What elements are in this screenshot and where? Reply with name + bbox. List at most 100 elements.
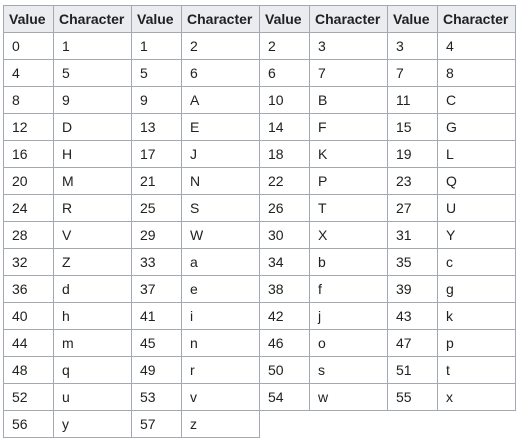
value-cell: 24 bbox=[3, 194, 54, 222]
value-cell: 4 bbox=[3, 59, 54, 87]
value-cell: 55 bbox=[387, 383, 438, 411]
value-cell: 9 bbox=[131, 86, 182, 114]
empty-cell bbox=[387, 410, 438, 438]
value-cell: 34 bbox=[259, 248, 310, 276]
character-cell: K bbox=[309, 140, 388, 168]
value-cell: 46 bbox=[259, 329, 310, 357]
empty-cell bbox=[259, 410, 310, 438]
character-cell: N bbox=[181, 167, 260, 195]
value-cell: 18 bbox=[259, 140, 310, 168]
character-cell: G bbox=[437, 113, 516, 141]
character-cell: v bbox=[181, 383, 260, 411]
value-cell: 42 bbox=[259, 302, 310, 330]
character-cell: X bbox=[309, 221, 388, 249]
value-cell: 3 bbox=[387, 32, 438, 60]
character-cell: 3 bbox=[309, 32, 388, 60]
character-cell: M bbox=[53, 167, 132, 195]
value-cell: 49 bbox=[131, 356, 182, 384]
value-cell: 47 bbox=[387, 329, 438, 357]
table-row: 28 V 29 W 30 X 31 Y bbox=[3, 221, 516, 249]
character-cell: 2 bbox=[181, 32, 260, 60]
value-cell: 17 bbox=[131, 140, 182, 168]
value-cell: 16 bbox=[3, 140, 54, 168]
value-cell: 57 bbox=[131, 410, 182, 438]
character-cell: s bbox=[309, 356, 388, 384]
value-cell: 28 bbox=[3, 221, 54, 249]
value-cell: 8 bbox=[3, 86, 54, 114]
value-cell: 1 bbox=[131, 32, 182, 60]
character-cell: Z bbox=[53, 248, 132, 276]
character-cell: C bbox=[437, 86, 516, 114]
value-cell: 12 bbox=[3, 113, 54, 141]
character-cell: a bbox=[181, 248, 260, 276]
value-cell: 54 bbox=[259, 383, 310, 411]
character-cell: h bbox=[53, 302, 132, 330]
character-cell: D bbox=[53, 113, 132, 141]
value-cell: 26 bbox=[259, 194, 310, 222]
value-cell: 38 bbox=[259, 275, 310, 303]
table-row: 40 h 41 i 42 j 43 k bbox=[3, 302, 516, 330]
character-cell: V bbox=[53, 221, 132, 249]
table-row: 44 m 45 n 46 o 47 p bbox=[3, 329, 516, 357]
table-row: 20 M 21 N 22 P 23 Q bbox=[3, 167, 516, 195]
value-cell: 33 bbox=[131, 248, 182, 276]
value-cell: 0 bbox=[3, 32, 54, 60]
value-cell: 39 bbox=[387, 275, 438, 303]
character-cell: 4 bbox=[437, 32, 516, 60]
character-cell: T bbox=[309, 194, 388, 222]
value-cell: 31 bbox=[387, 221, 438, 249]
character-cell: Q bbox=[437, 167, 516, 195]
table-row: 45566778 bbox=[3, 59, 516, 87]
value-cell: 22 bbox=[259, 167, 310, 195]
table-header: Value Character Value Character Value Ch… bbox=[3, 5, 516, 33]
character-cell: x bbox=[437, 383, 516, 411]
value-cell: 19 bbox=[387, 140, 438, 168]
value-cell: 48 bbox=[3, 356, 54, 384]
character-cell: c bbox=[437, 248, 516, 276]
value-cell: 41 bbox=[131, 302, 182, 330]
character-cell: S bbox=[181, 194, 260, 222]
value-cell: 37 bbox=[131, 275, 182, 303]
character-cell: B bbox=[309, 86, 388, 114]
character-cell: H bbox=[53, 140, 132, 168]
table-row: 52 u 53 v 54 w 55 x bbox=[3, 383, 516, 411]
character-cell: 7 bbox=[309, 59, 388, 87]
character-cell: m bbox=[53, 329, 132, 357]
table-row: 56 y 57 z bbox=[3, 410, 516, 438]
character-cell: n bbox=[181, 329, 260, 357]
table-row: 12 D 13 E 14 F 15 G bbox=[3, 113, 516, 141]
table-row: 16 H 17 J 18 K 19 L bbox=[3, 140, 516, 168]
character-cell: w bbox=[309, 383, 388, 411]
character-cell: e bbox=[181, 275, 260, 303]
value-cell: 25 bbox=[131, 194, 182, 222]
column-header-character: Character bbox=[437, 5, 516, 33]
column-header-value: Value bbox=[3, 5, 54, 33]
value-cell: 50 bbox=[259, 356, 310, 384]
value-cell: 51 bbox=[387, 356, 438, 384]
character-cell: q bbox=[53, 356, 132, 384]
character-cell: F bbox=[309, 113, 388, 141]
character-cell: g bbox=[437, 275, 516, 303]
table-row: 24 R 25 S 26 T 27 U bbox=[3, 194, 516, 222]
column-header-character: Character bbox=[53, 5, 132, 33]
empty-cell bbox=[309, 410, 388, 438]
value-cell: 56 bbox=[3, 410, 54, 438]
value-cell: 44 bbox=[3, 329, 54, 357]
column-header-character: Character bbox=[181, 5, 260, 33]
character-cell: L bbox=[437, 140, 516, 168]
value-cell: 2 bbox=[259, 32, 310, 60]
value-cell: 23 bbox=[387, 167, 438, 195]
table-row: 36 d 37 e 38 f 39 g bbox=[3, 275, 516, 303]
column-header-value: Value bbox=[131, 5, 182, 33]
character-cell: U bbox=[437, 194, 516, 222]
value-cell: 20 bbox=[3, 167, 54, 195]
character-cell: A bbox=[181, 86, 260, 114]
value-cell: 13 bbox=[131, 113, 182, 141]
value-cell: 29 bbox=[131, 221, 182, 249]
table-row: 32 Z 33 a 34 b 35 c bbox=[3, 248, 516, 276]
character-cell: o bbox=[309, 329, 388, 357]
character-cell: b bbox=[309, 248, 388, 276]
character-cell: p bbox=[437, 329, 516, 357]
character-cell: 1 bbox=[53, 32, 132, 60]
value-cell: 52 bbox=[3, 383, 54, 411]
